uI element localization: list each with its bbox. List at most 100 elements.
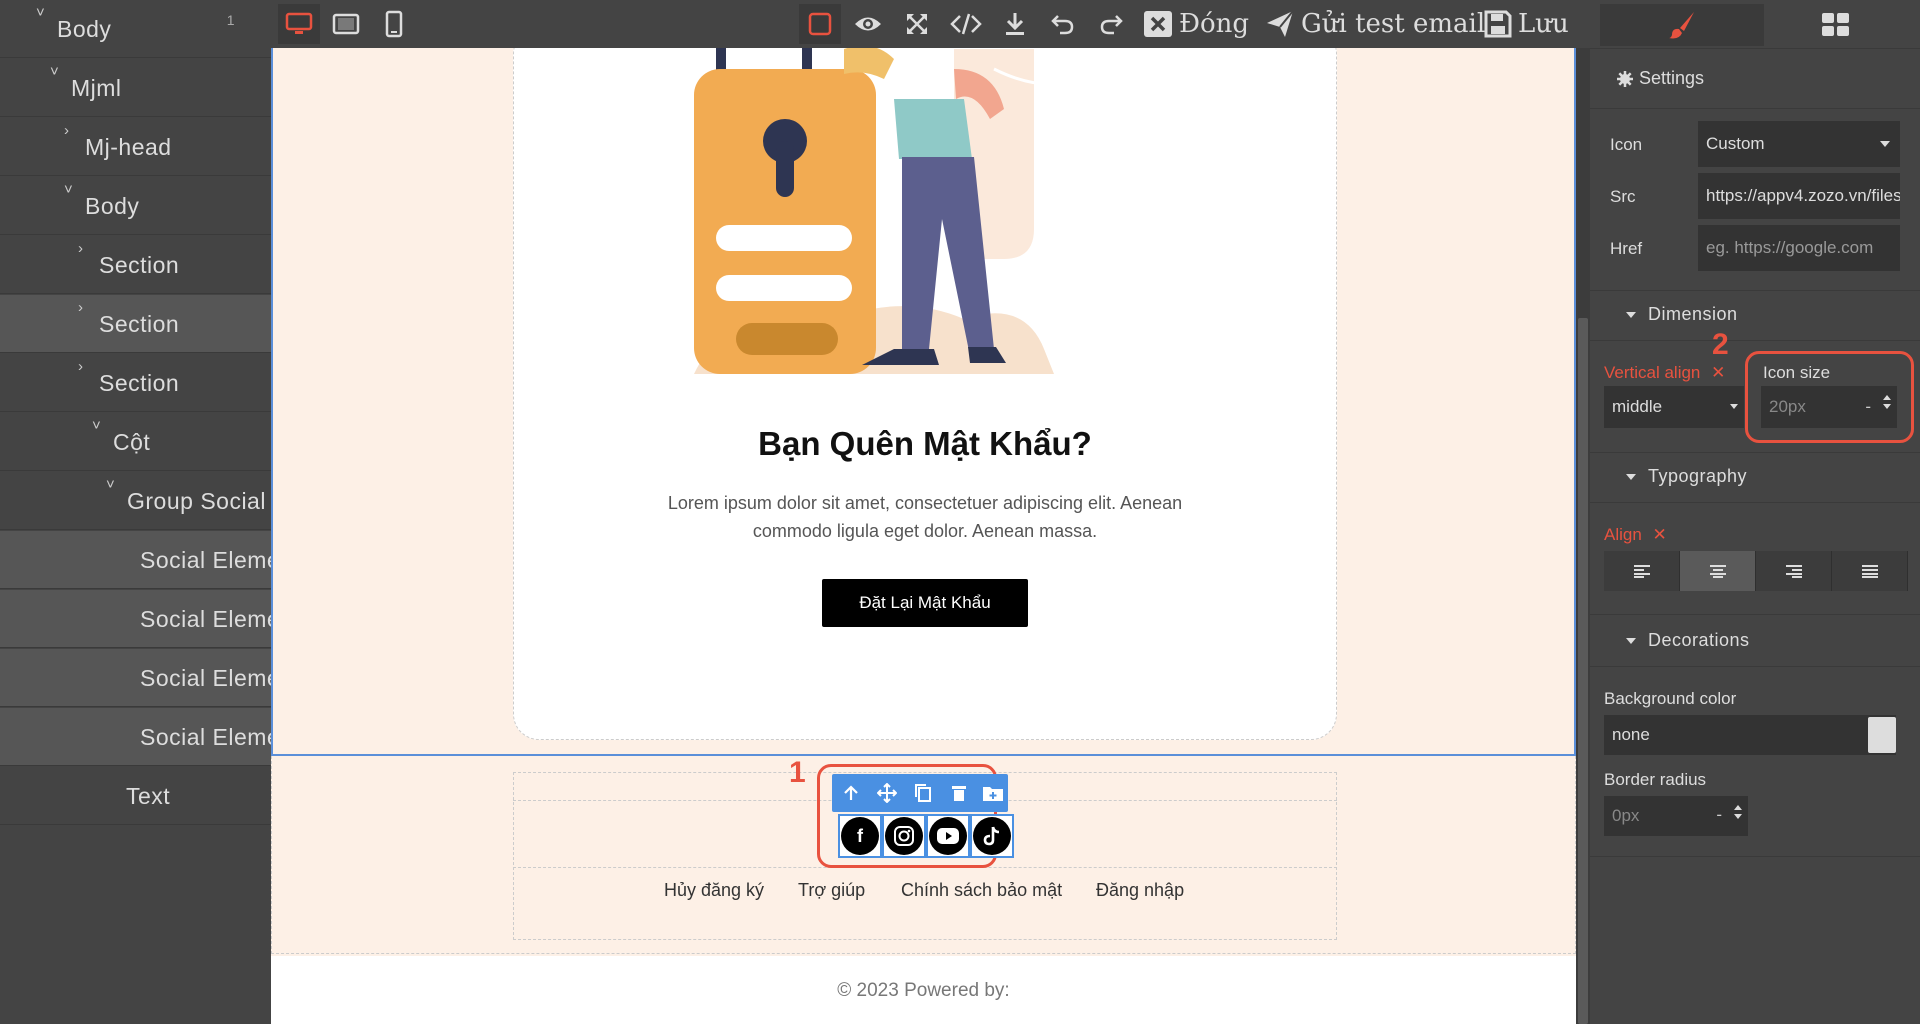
download-button[interactable] <box>996 8 1034 40</box>
move-button[interactable] <box>872 780 902 806</box>
folder-plus-icon <box>983 787 1003 801</box>
clear-x-icon[interactable]: ✕ <box>1711 363 1725 382</box>
mobile-view-button[interactable] <box>375 8 413 40</box>
border-radius-input[interactable]: 0px - <box>1604 796 1748 836</box>
chevron-down-icon[interactable]: ˅ <box>92 417 101 434</box>
copyright-text: © 2023 Powered by: <box>837 980 1010 1001</box>
layer-manager: ˅ Body 1 ˅ Mjml › Mj-head ˅ Body › Secti… <box>0 0 300 1024</box>
caret-down-icon <box>1626 474 1636 481</box>
chevron-down-icon[interactable]: ˅ <box>36 4 45 21</box>
layer-item-section[interactable]: › Section <box>0 236 271 294</box>
tablet-view-button[interactable] <box>327 8 365 40</box>
chevron-right-icon[interactable]: › <box>78 299 84 316</box>
email-card[interactable]: Bạn Quên Mật Khẩu? Lorem ipsum dolor sit… <box>513 48 1337 740</box>
outline-toggle-button[interactable] <box>799 4 841 44</box>
layer-item-social-element[interactable]: Social Element <box>0 708 300 766</box>
caret-down-icon <box>1626 312 1636 319</box>
vertical-align-select[interactable]: middle <box>1604 386 1744 428</box>
layer-item-mjml[interactable]: ˅ Mjml <box>0 59 271 117</box>
src-input[interactable]: https://appv4.zozo.vn/files <box>1698 173 1900 219</box>
layer-label: Section <box>99 370 180 396</box>
save-block-button[interactable] <box>978 780 1008 806</box>
unit-dash[interactable]: - <box>1865 397 1871 417</box>
align-left-button[interactable] <box>1604 551 1680 591</box>
desktop-view-button[interactable] <box>278 4 320 44</box>
arrow-up-icon <box>844 785 858 800</box>
redo-button[interactable] <box>1092 8 1130 40</box>
align-center-icon <box>1709 565 1726 578</box>
chevron-down-icon[interactable]: ˅ <box>50 63 59 80</box>
layer-item-social-element[interactable]: Social Element <box>0 649 300 707</box>
caret-down-icon <box>1880 141 1890 147</box>
icon-size-input[interactable]: 20px - <box>1761 386 1897 428</box>
layer-item-body[interactable]: ˅ Body <box>0 177 271 235</box>
decorations-title: Decorations <box>1648 630 1750 650</box>
social-element-instagram[interactable] <box>882 814 926 858</box>
background-color-input[interactable]: none <box>1604 715 1896 755</box>
move-arrows-icon <box>877 783 897 803</box>
close-button[interactable]: Đóng <box>1143 6 1249 42</box>
preview-button[interactable] <box>848 8 888 40</box>
layer-item-section[interactable]: › Section <box>0 354 271 412</box>
icon-select[interactable]: Custom <box>1698 121 1900 167</box>
layer-item-mj-head[interactable]: › Mj-head <box>0 118 271 176</box>
align-left-icon <box>1633 565 1650 578</box>
social-element-facebook[interactable]: f <box>838 814 882 858</box>
settings-panel: Settings Icon Custom Src https://appv4.z… <box>1590 0 1920 1024</box>
undo-button[interactable] <box>1044 8 1082 40</box>
delete-button[interactable] <box>944 780 974 806</box>
align-right-button[interactable] <box>1756 551 1832 591</box>
email-heading: Bạn Quên Mật Khẩu? <box>758 425 1092 462</box>
layer-item-body-root[interactable]: ˅ Body 1 <box>0 0 271 58</box>
unit-dash[interactable]: - <box>1716 805 1722 825</box>
code-icon <box>950 13 982 35</box>
send-test-email-button[interactable]: Gửi test email <box>1265 6 1485 42</box>
social-element-youtube[interactable] <box>926 814 970 858</box>
align-justify-button[interactable] <box>1832 551 1908 591</box>
chevron-right-icon[interactable]: › <box>64 122 70 139</box>
layer-item-text[interactable]: Text <box>0 767 271 825</box>
footer-link-privacy[interactable]: Chính sách bảo mật <box>901 880 1062 901</box>
reset-password-button[interactable]: Đặt Lại Mật Khẩu <box>822 579 1028 627</box>
code-view-button[interactable] <box>946 8 986 40</box>
desktop-icon <box>285 12 313 34</box>
stepper-arrows-icon[interactable] <box>1734 805 1742 819</box>
dimension-section-header[interactable]: Dimension <box>1626 304 1738 325</box>
vertical-align-label: Vertical align ✕ <box>1604 363 1725 383</box>
footer-link-help[interactable]: Trợ giúp <box>798 880 865 901</box>
stepper-arrows-icon[interactable] <box>1883 395 1891 409</box>
square-outline-icon <box>808 12 832 36</box>
copy-button[interactable] <box>908 780 938 806</box>
footer-link-login[interactable]: Đăng nhập <box>1096 880 1184 901</box>
color-swatch[interactable] <box>1868 717 1896 753</box>
layer-item-social-element[interactable]: Social Element <box>0 590 300 648</box>
footer-link-unsubscribe[interactable]: Hủy đăng ký <box>664 880 764 901</box>
select-parent-button[interactable] <box>836 780 866 806</box>
layer-item-group-social[interactable]: ˅ Group Social <box>0 472 271 530</box>
icon-size-placeholder: 20px <box>1769 397 1806 416</box>
chevron-down-icon[interactable]: ˅ <box>64 181 73 198</box>
chevron-right-icon[interactable]: › <box>78 358 84 375</box>
fullscreen-button[interactable] <box>898 8 936 40</box>
style-manager-tab[interactable] <box>1600 4 1764 46</box>
canvas-scrollbar[interactable] <box>1576 48 1590 1024</box>
href-input[interactable]: eg. https://google.com <box>1698 225 1900 271</box>
copy-icon <box>915 784 931 802</box>
download-icon <box>1006 13 1024 35</box>
chevron-down-icon[interactable]: ˅ <box>106 476 115 493</box>
save-button[interactable]: Lưu <box>1484 6 1569 42</box>
layer-item-social-element[interactable]: Social Element <box>0 531 300 589</box>
align-center-button[interactable] <box>1680 551 1756 591</box>
align-label: Align ✕ <box>1604 525 1667 545</box>
layer-item-column[interactable]: ˅ Cột <box>0 413 271 471</box>
social-element-tiktok[interactable] <box>970 814 1014 858</box>
layer-item-section[interactable]: › Section <box>0 295 271 353</box>
scrollbar-thumb[interactable] <box>1578 318 1588 1024</box>
blocks-tab[interactable] <box>1766 4 1906 46</box>
typography-section-header[interactable]: Typography <box>1626 466 1747 487</box>
layer-label: Mjml <box>71 75 122 101</box>
clear-x-icon[interactable]: ✕ <box>1653 525 1667 544</box>
chevron-right-icon[interactable]: › <box>78 240 84 257</box>
decorations-section-header[interactable]: Decorations <box>1626 630 1750 651</box>
fullscreen-icon <box>907 14 927 34</box>
